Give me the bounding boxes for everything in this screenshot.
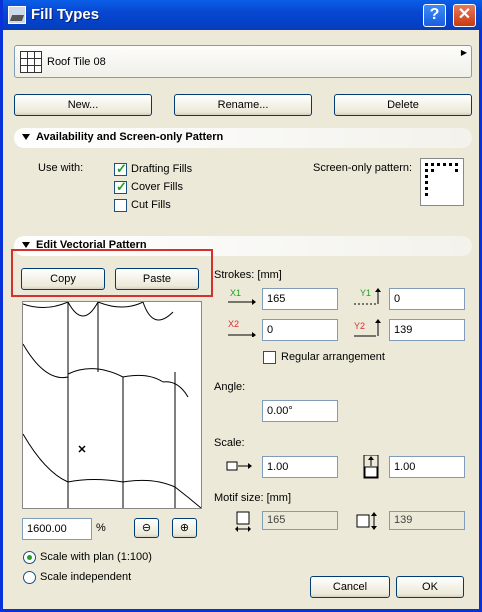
availability-section-header[interactable]: Availability and Screen-only Pattern [14, 128, 472, 148]
help-button[interactable]: ? [423, 4, 446, 27]
motif-height-field: 139 [389, 511, 465, 530]
horizontal-scale-icon [226, 458, 254, 474]
drafting-fills-checkbox[interactable]: ✓ [114, 161, 127, 176]
y1-input[interactable]: 0 [389, 288, 465, 310]
svg-text:Y1: Y1 [360, 288, 371, 298]
cut-fills-checkbox[interactable] [114, 199, 127, 212]
scale-with-plan-label: Scale with plan (1:100) [40, 551, 152, 563]
fill-types-dialog: Fill Types ? ✕ Roof Tile 08 ▶ New... Ren… [0, 0, 482, 612]
cover-fills-label: Cover Fills [131, 181, 183, 193]
y2-input[interactable]: 139 [389, 319, 465, 341]
screen-only-pattern-preview[interactable] [420, 158, 464, 206]
x2-icon: X2 [226, 319, 256, 338]
y2-icon: Y2 [352, 319, 382, 337]
fill-type-name: Roof Tile 08 [47, 56, 106, 68]
zoom-unit: % [96, 522, 106, 534]
collapse-triangle-icon [22, 242, 30, 248]
svg-text:X2: X2 [228, 319, 239, 329]
collapse-triangle-icon [22, 134, 30, 140]
motif-width-field: 165 [262, 511, 338, 530]
check-icon: ✓ [116, 161, 127, 176]
regular-arrangement-checkbox[interactable] [263, 351, 276, 364]
check-icon: ✓ [116, 179, 127, 194]
dialog-content: Roof Tile 08 ▶ New... Rename... Delete A… [6, 30, 482, 609]
vertical-scale-icon [363, 454, 379, 479]
x1-input[interactable]: 165 [262, 288, 338, 310]
availability-header-label: Availability and Screen-only Pattern [36, 131, 224, 143]
radio-selected-dot [27, 555, 32, 560]
zoom-out-icon: ⊖ [141, 522, 152, 534]
scale-y-input[interactable]: 1.00 [389, 456, 465, 478]
pattern-preview[interactable] [22, 301, 202, 509]
motif-width-icon [234, 511, 252, 533]
motif-size-label: Motif size: [mm] [214, 492, 292, 504]
cut-fills-label: Cut Fills [131, 199, 171, 211]
svg-text:X1: X1 [230, 288, 241, 298]
strokes-label: Strokes: [mm] [214, 269, 282, 281]
screen-only-pattern-label: Screen-only pattern: [313, 162, 413, 174]
zoom-in-button[interactable]: ⊕ [172, 518, 197, 538]
zoom-out-button[interactable]: ⊖ [134, 518, 159, 538]
roof-tile-pattern-drawing [23, 302, 201, 508]
app-icon [8, 6, 26, 24]
chevron-right-icon: ▶ [460, 48, 467, 57]
tile-grid-icon [20, 51, 42, 73]
origin-marker-icon [78, 445, 86, 453]
drafting-fills-label: Drafting Fills [131, 163, 193, 175]
window-title: Fill Types [31, 6, 100, 23]
scale-with-plan-radio[interactable] [23, 551, 36, 564]
y1-icon: Y1 [352, 288, 382, 306]
copy-button[interactable]: Copy [21, 268, 105, 290]
scale-x-input[interactable]: 1.00 [262, 456, 338, 478]
angle-label: Angle: [214, 381, 246, 393]
cover-fills-checkbox[interactable]: ✓ [114, 179, 127, 194]
regular-arrangement-label: Regular arrangement [281, 351, 385, 363]
delete-button[interactable]: Delete [334, 94, 472, 116]
angle-input[interactable]: 0.00° [262, 400, 338, 422]
x1-icon: X1 [226, 288, 256, 306]
motif-height-icon [356, 511, 380, 531]
use-with-label: Use with: [38, 162, 84, 174]
paste-button[interactable]: Paste [115, 268, 199, 290]
zoom-in-icon: ⊕ [179, 522, 190, 534]
screen-pattern-icon [425, 163, 458, 196]
scale-independent-label: Scale independent [40, 571, 132, 583]
scale-independent-radio[interactable] [23, 571, 36, 584]
svg-text:Y2: Y2 [354, 321, 365, 331]
cancel-button[interactable]: Cancel [310, 576, 390, 598]
title-bar: Fill Types ? ✕ [3, 0, 482, 30]
rename-button[interactable]: Rename... [174, 94, 312, 116]
zoom-input[interactable]: 1600.00 [22, 518, 92, 540]
ok-button[interactable]: OK [396, 576, 464, 598]
scale-label: Scale: [214, 437, 245, 449]
fill-type-selector[interactable]: Roof Tile 08 ▶ [14, 45, 472, 78]
close-button[interactable]: ✕ [453, 4, 476, 27]
new-button[interactable]: New... [14, 94, 152, 116]
x2-input[interactable]: 0 [262, 319, 338, 341]
